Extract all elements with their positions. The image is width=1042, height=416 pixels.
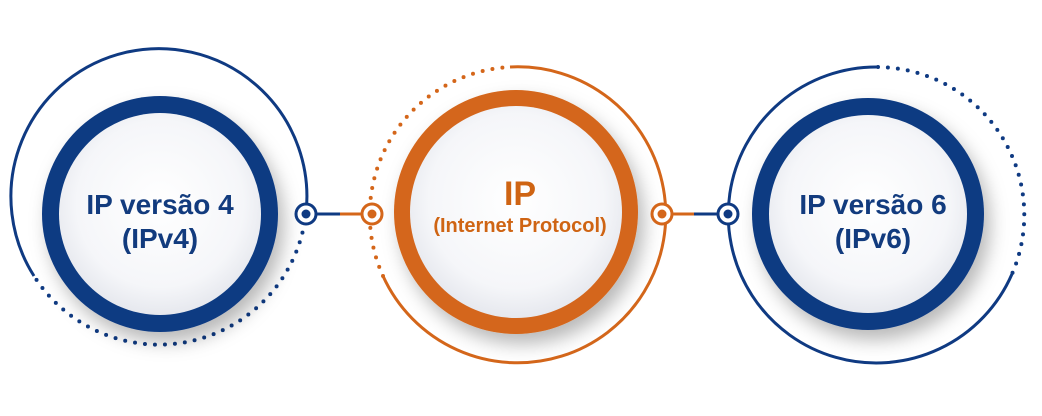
ip-label-line1: IP: [503, 175, 537, 213]
ipv4-label-line1: IP versão 4: [86, 189, 234, 220]
ipv6-label-line2: (IPv6): [834, 223, 912, 255]
ipv6-label: IP versão 6 (IPv6): [768, 188, 978, 256]
connector-right-navy-dot-core: [723, 209, 733, 219]
connector-right-orange-dot-core: [657, 209, 667, 219]
connector-left-orange-dot-core: [367, 209, 377, 219]
ip-label-line2: (Internet Protocol): [433, 215, 607, 238]
connector-left-navy-dot-core: [301, 209, 311, 219]
ip-label: IP (Internet Protocol): [400, 175, 640, 239]
ipv4-label-line2: (IPv4): [121, 223, 199, 255]
ipv4-label: IP versão 4 (IPv4): [60, 188, 260, 256]
connector-left: [294, 202, 384, 226]
ipv6-label-line1: IP versão 6: [799, 189, 947, 220]
connector-right: [650, 202, 740, 226]
